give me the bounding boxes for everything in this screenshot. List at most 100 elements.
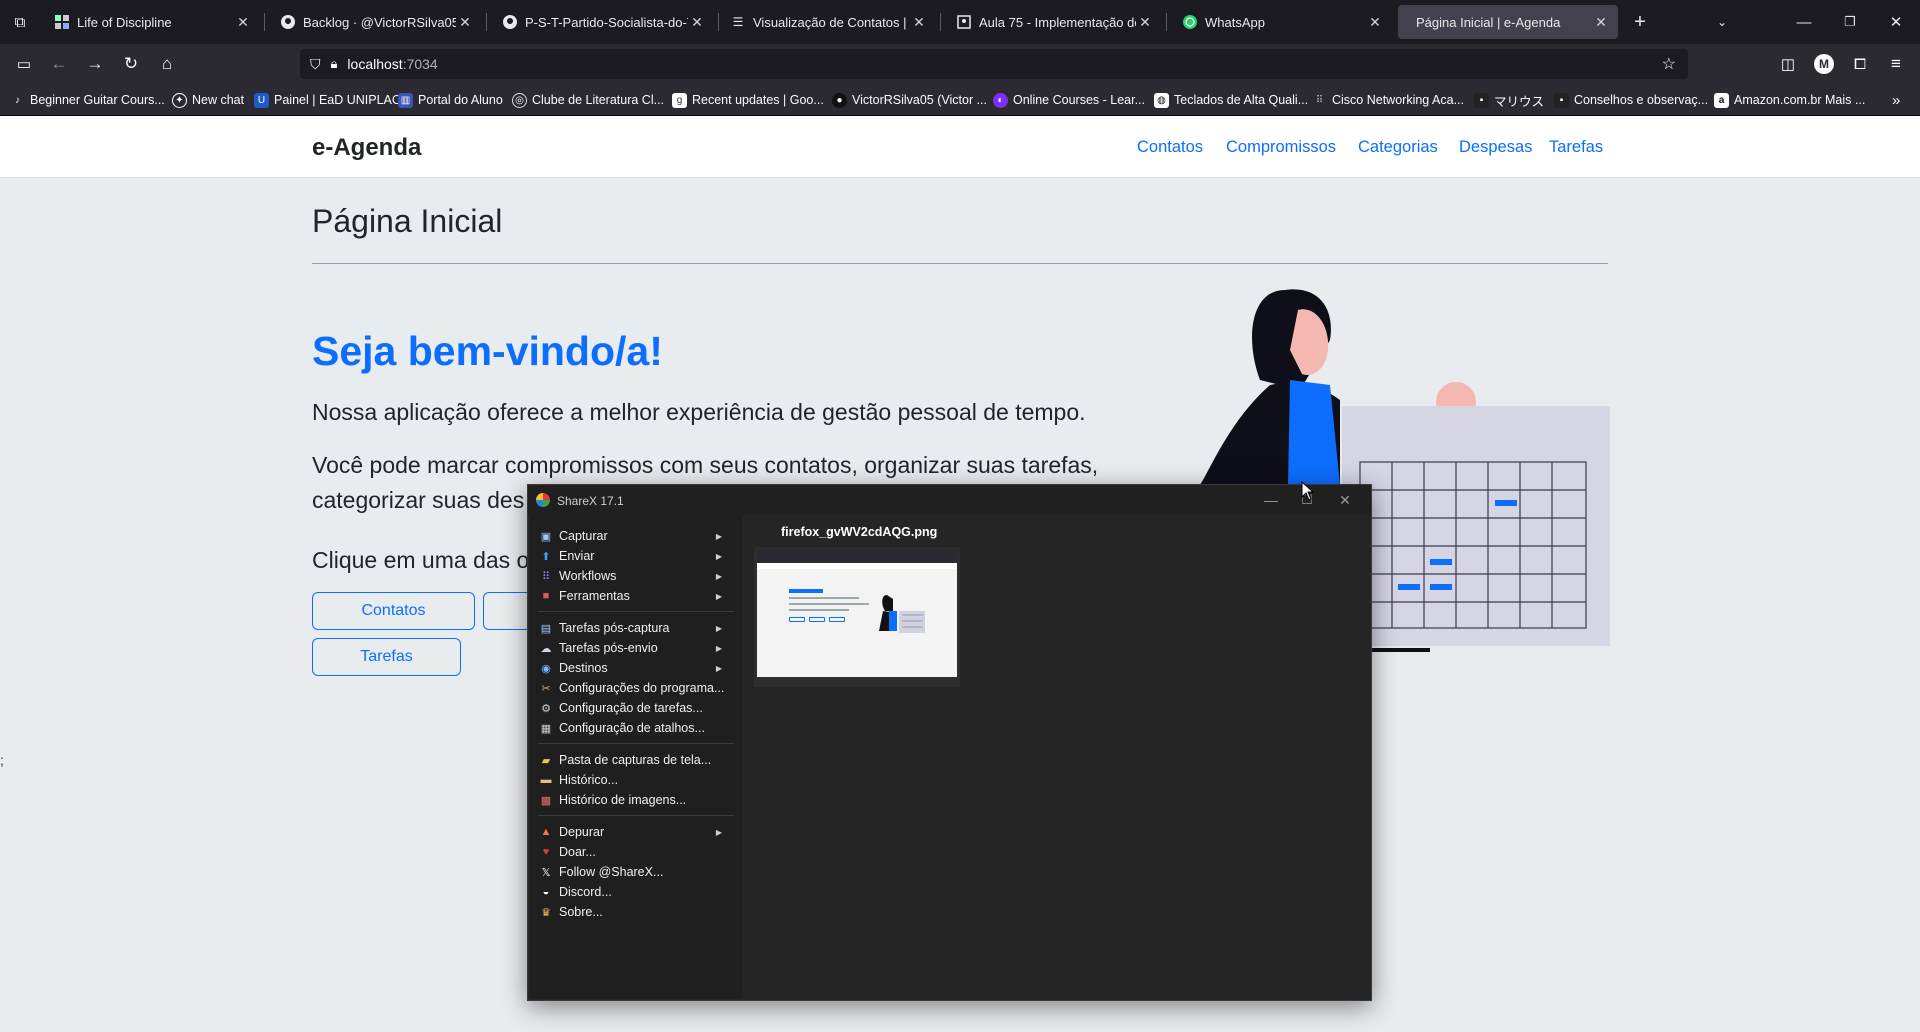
menu-item-destinos[interactable]: ◉ Destinos ▶ [530,657,742,679]
menu-item-doar[interactable]: ♥ Doar... [530,841,742,863]
home-button[interactable]: ⌂ [153,50,181,78]
bookmark-item[interactable]: ▪ Conselhos e observaç... [1554,91,1708,109]
menu-item-follow-sharex[interactable]: 𝕏 Follow @ShareX... [530,861,742,883]
menu-item-configuracoes-programa[interactable]: ✂ Configurações do programa... [530,677,742,699]
after-upload-icon: ☁ [540,642,552,655]
menu-item-sobre[interactable]: ♛ Sobre... [530,901,742,923]
menu-item-historico-imagens[interactable]: ▩ Histórico de imagens... [530,789,742,811]
close-tab-icon[interactable]: ✕ [1136,14,1154,31]
tarefas-button[interactable]: Tarefas [312,638,461,676]
bookmark-item[interactable]: ✦ New chat [172,91,244,109]
menu-item-ferramentas[interactable]: ■ Ferramentas ▶ [530,585,742,607]
tab-backlog[interactable]: Backlog · @VictorRSilva05's e-a ✕ [270,5,482,39]
close-window-button[interactable]: ✕ [1876,8,1916,36]
bookmark-star-icon[interactable]: ☆ [1662,54,1676,74]
forward-button[interactable]: → [81,50,109,78]
back-button[interactable]: ← [45,50,73,78]
bookmark-favicon: U [254,92,269,108]
nav-link-compromissos[interactable]: Compromissos [1226,138,1336,157]
sharex-title-bar[interactable]: ShareX 17.1 — ☐ ✕ [528,485,1371,515]
submenu-arrow-icon: ▶ [715,531,722,541]
pocket-icon[interactable]: ◫ [1774,50,1802,78]
nav-link-contatos[interactable]: Contatos [1137,138,1203,157]
tab-whatsapp[interactable]: WhatsApp ✕ [1172,5,1392,39]
menu-item-configuracao-atalhos[interactable]: ▦ Configuração de atalhos... [530,717,742,739]
tab-life-of-discipline[interactable]: Life of Discipline ✕ [44,5,260,39]
crown-icon: ♛ [541,906,551,919]
bookmark-item[interactable]: ▥ Portal do Aluno [398,91,503,109]
more-bookmarks-chevron-icon[interactable]: » [1892,91,1900,109]
image-history-icon: ▩ [540,794,552,807]
minimize-window-button[interactable]: — [1784,8,1824,36]
app-navbar: e-Agenda Contatos Compromissos Categoria… [0,116,1920,178]
list-tabs-chevron-icon[interactable]: ⌄ [1702,8,1742,36]
capture-thumbnail[interactable] [757,551,957,677]
new-tab-button[interactable]: + [1620,8,1660,36]
submenu-arrow-icon: ▶ [715,643,722,653]
settings-icon: ✂ [541,682,551,695]
profile-avatar[interactable]: M [1810,50,1838,78]
features-paragraph-line2: categorizar suas des [312,487,525,513]
sharex-close-button[interactable]: ✕ [1327,490,1363,510]
close-tab-icon[interactable]: ✕ [234,14,252,31]
sharex-logo-icon [536,493,550,507]
menu-item-configuracao-tarefas[interactable]: ⚙ Configuração de tarefas... [530,697,742,719]
bookmark-item[interactable]: ⠿ Cisco Networking Aca... [1312,91,1464,109]
app-brand[interactable]: e-Agenda [312,134,421,162]
close-tab-icon[interactable]: ✕ [456,14,474,31]
menu-item-depurar[interactable]: ▲ Depurar ▶ [530,821,742,843]
bookmark-favicon: a [1714,92,1729,108]
restore-window-button[interactable]: ❐ [1830,8,1870,36]
url-bar[interactable]: ⛉ 🔒︎ localhost:7034 ☆ [300,49,1688,79]
bookmark-item[interactable]: ◎ Clube de Literatura Cl... [512,91,664,109]
close-tab-icon[interactable]: ✕ [910,14,928,31]
tab-title: Backlog · @VictorRSilva05's e-a [303,14,456,30]
upload-icon: ⬆ [541,550,551,563]
contatos-button[interactable]: Contatos [312,592,475,630]
nav-link-categorias[interactable]: Categorias [1358,138,1438,157]
bookmark-item[interactable]: ◐ Online Courses - Lear... [993,91,1145,109]
bookmark-item[interactable]: ◍ Teclados de Alta Quali... [1154,91,1308,109]
tab-pst[interactable]: P-S-T-Partido-Socialista-do-Tr ✕ [492,5,714,39]
tab-aula-75[interactable]: Aula 75 - Implementação do Fa ✕ [946,5,1162,39]
bookmark-item[interactable]: ♪ Beginner Guitar Cours... [10,91,165,109]
hamburger-menu-icon[interactable]: ≡ [1882,50,1910,78]
menu-item-enviar[interactable]: ⬆ Enviar ▶ [530,545,742,567]
extensions-icon[interactable]: ⧠ [1846,50,1874,78]
camera-icon: ▣ [540,530,552,543]
capture-file-name[interactable]: firefox_gvWV2cdAQG.png [781,525,937,539]
bookmark-item[interactable]: g Recent updates | Goo... [672,91,824,109]
bookmark-item[interactable]: ● VictorRSilva05 (Victor ... [832,91,987,109]
submenu-arrow-icon: ▶ [715,551,722,561]
menu-item-capturar[interactable]: ▣ Capturar ▶ [530,525,742,547]
whatsapp-icon [1182,14,1198,30]
tab-overview-icon[interactable]: ⧉ [6,8,34,36]
history-icon: ▬ [540,774,552,786]
bookmark-favicon: ▪ [1554,92,1569,108]
close-tab-icon[interactable]: ✕ [1366,14,1384,31]
menu-item-discord[interactable]: ◒ Discord... [530,881,742,903]
menu-item-historico[interactable]: ▬ Histórico... [530,769,742,791]
bookmark-favicon: ◎ [512,92,527,108]
close-tab-icon[interactable]: ✕ [688,14,706,31]
bookmark-item[interactable]: ▪ マリウス [1474,91,1544,109]
reload-button[interactable]: ↻ [117,50,145,78]
menu-item-tarefas-pos-envio[interactable]: ☁ Tarefas pós-envio ▶ [530,637,742,659]
menu-item-workflows[interactable]: ⠿ Workflows ▶ [530,565,742,587]
menu-item-pasta-capturas[interactable]: ▰ Pasta de capturas de tela... [530,749,742,771]
close-tab-icon[interactable]: ✕ [1592,14,1610,31]
shield-icon[interactable]: ⛉ [310,56,321,73]
submenu-arrow-icon: ▶ [715,827,722,837]
bookmark-item[interactable]: U Painel | EaD UNIPLAC [254,91,401,109]
sharex-minimize-button[interactable]: — [1253,490,1289,510]
browser-toolbar: ▭ ← → ↻ ⌂ ⛉ 🔒︎ localhost:7034 ☆ ◫ M ⧠ ≡ [0,44,1920,84]
bookmark-item[interactable]: a Amazon.com.br Mais ... [1714,91,1865,109]
tab-contatos[interactable]: ☰ Visualização de Contatos | e-Age ✕ [720,5,936,39]
nav-link-tarefas[interactable]: Tarefas [1549,138,1603,157]
lock-icon[interactable]: 🔒︎ [331,56,338,72]
tab-pagina-inicial[interactable]: Página Inicial | e-Agenda ✕ [1398,5,1618,39]
sidebar-toggle-icon[interactable]: ▭ [10,50,38,78]
portrait-icon [956,14,972,30]
menu-item-tarefas-pos-captura[interactable]: ▤ Tarefas pós-captura ▶ [530,617,742,639]
nav-link-despesas[interactable]: Despesas [1459,138,1532,157]
